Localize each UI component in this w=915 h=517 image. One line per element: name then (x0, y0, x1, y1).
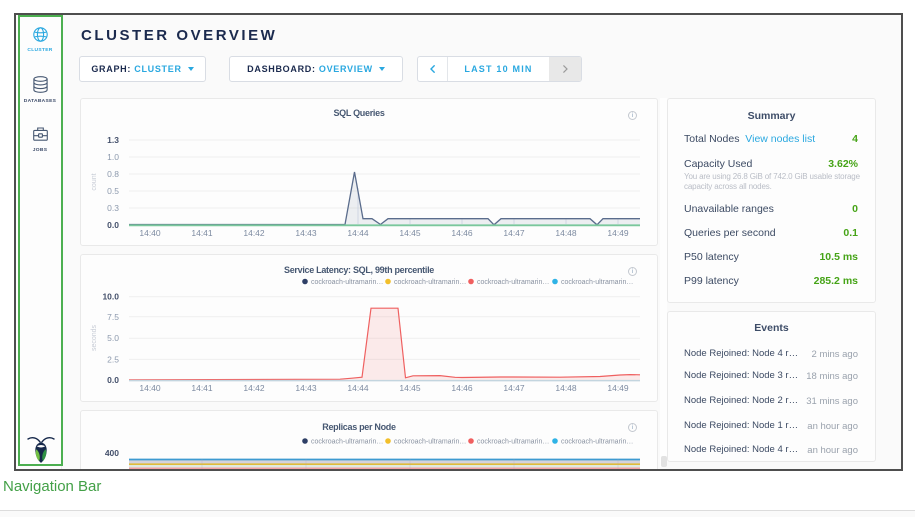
svg-text:cockroach-ultramarin…: cockroach-ultramarin… (311, 279, 383, 286)
svg-text:0.5: 0.5 (107, 186, 119, 196)
svg-text:14:40: 14:40 (139, 383, 161, 393)
svg-text:cockroach-ultramarin…: cockroach-ultramarin… (311, 439, 383, 446)
svg-text:14:45: 14:45 (399, 228, 421, 238)
svg-text:14:43: 14:43 (295, 383, 317, 393)
svg-text:7.5: 7.5 (107, 312, 119, 322)
svg-text:1.0: 1.0 (107, 152, 119, 162)
svg-text:14:41: 14:41 (191, 228, 213, 238)
svg-text:14:48: 14:48 (555, 228, 577, 238)
svg-text:0.0: 0.0 (107, 375, 119, 385)
svg-text:14:47: 14:47 (503, 228, 525, 238)
svg-text:14:46: 14:46 (451, 383, 473, 393)
svg-text:0.8: 0.8 (107, 169, 119, 179)
svg-text:14:45: 14:45 (399, 383, 421, 393)
svg-text:cockroach-ultramarin…: cockroach-ultramarin… (394, 439, 466, 446)
svg-text:cockroach-ultramarin…: cockroach-ultramarin… (394, 279, 466, 286)
svg-text:1.3: 1.3 (107, 135, 119, 145)
svg-text:14:44: 14:44 (347, 383, 369, 393)
svg-text:5.0: 5.0 (107, 333, 119, 343)
svg-text:14:41: 14:41 (191, 383, 213, 393)
svg-text:seconds: seconds (91, 324, 98, 351)
svg-text:14:48: 14:48 (555, 383, 577, 393)
svg-text:10.0: 10.0 (102, 292, 119, 302)
svg-text:14:49: 14:49 (607, 228, 629, 238)
svg-text:14:49: 14:49 (607, 383, 629, 393)
svg-text:14:46: 14:46 (451, 228, 473, 238)
svg-text:400: 400 (105, 448, 119, 458)
svg-text:0.3: 0.3 (107, 203, 119, 213)
svg-text:14:47: 14:47 (503, 383, 525, 393)
svg-text:count: count (91, 173, 98, 190)
svg-text:14:42: 14:42 (243, 228, 265, 238)
svg-text:cockroach-ultramarin…: cockroach-ultramarin… (561, 279, 633, 286)
svg-text:2.5: 2.5 (107, 354, 119, 364)
svg-text:0.0: 0.0 (107, 220, 119, 230)
svg-text:14:44: 14:44 (347, 228, 369, 238)
svg-text:14:43: 14:43 (295, 228, 317, 238)
svg-text:cockroach-ultramarin…: cockroach-ultramarin… (477, 279, 549, 286)
svg-text:cockroach-ultramarin…: cockroach-ultramarin… (477, 439, 549, 446)
svg-text:14:40: 14:40 (139, 228, 161, 238)
svg-text:14:42: 14:42 (243, 383, 265, 393)
svg-text:cockroach-ultramarin…: cockroach-ultramarin… (561, 439, 633, 446)
